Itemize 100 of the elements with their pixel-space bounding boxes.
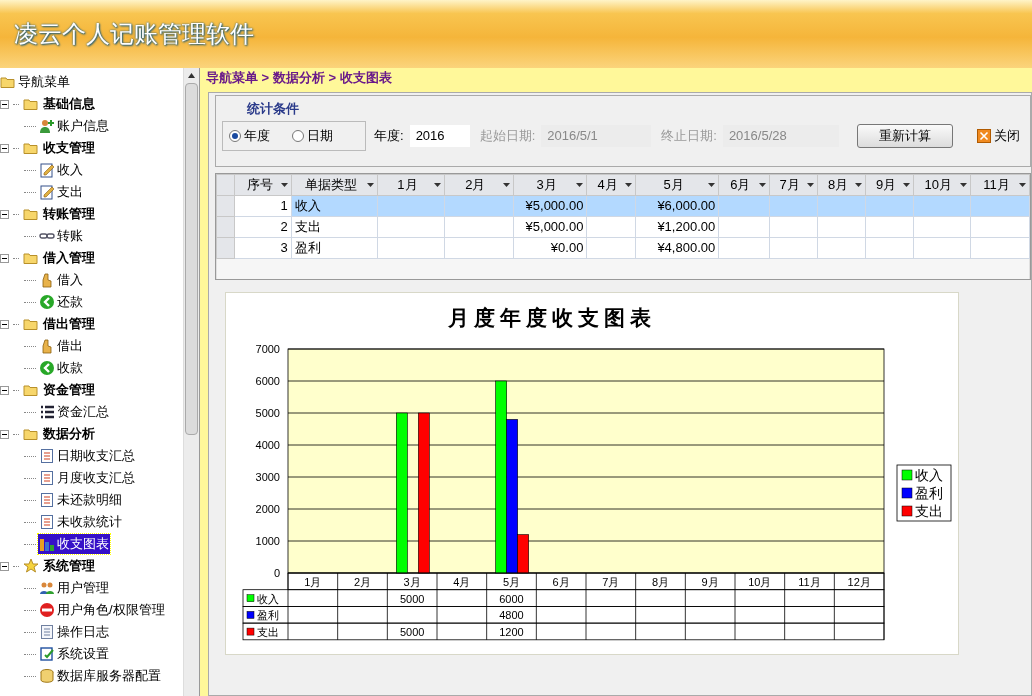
expander-icon[interactable]	[0, 99, 9, 109]
dropdown-caret-icon	[367, 183, 375, 187]
bar-chart-icon	[39, 536, 55, 552]
document-icon	[39, 448, 55, 464]
data-table-value: 4800	[499, 609, 524, 622]
tree-item[interactable]: 操作日志	[38, 622, 110, 642]
tree-item[interactable]: 转账	[38, 226, 84, 246]
table-cell: ¥5,000.00	[525, 219, 584, 235]
tree-item[interactable]: 日期收支汇总	[38, 446, 136, 466]
list-icon	[39, 404, 55, 420]
dropdown-caret-icon	[280, 183, 288, 187]
expander-icon[interactable]	[0, 561, 9, 571]
scroll-up-icon[interactable]	[188, 73, 195, 78]
app-title: 凌云个人记账管理软件	[14, 19, 254, 50]
document-icon	[39, 492, 55, 508]
chart-title: 月度年度收支图表	[448, 306, 656, 330]
tree-group-label[interactable]: 借出管理	[43, 314, 95, 334]
dropdown-caret-icon	[433, 183, 441, 187]
tree-item[interactable]: 资金汇总	[38, 402, 110, 422]
folder-icon	[23, 206, 39, 222]
x-category-label: 8月	[651, 576, 670, 588]
dropdown-caret-icon	[624, 183, 632, 187]
data-table-value: 6000	[499, 592, 524, 605]
expander-icon[interactable]	[0, 385, 9, 395]
note-icon	[39, 184, 55, 200]
tree-item[interactable]: 未收款统计	[38, 512, 123, 532]
tree-item[interactable]: 未还款明细	[38, 490, 123, 510]
tree-item[interactable]: 还款	[38, 292, 84, 312]
recalculate-button[interactable]: 重新计算	[856, 124, 953, 148]
note-icon	[39, 162, 55, 178]
expander-icon[interactable]	[0, 253, 9, 263]
dropdown-caret-icon	[502, 183, 510, 187]
tree-item[interactable]: 月度收支汇总	[38, 468, 136, 488]
expander-icon[interactable]	[0, 209, 9, 219]
tree-item[interactable]: 支出	[38, 182, 84, 202]
tree-item[interactable]: 收支图表	[38, 534, 110, 554]
legend-label: 盈利	[915, 485, 943, 501]
tree-group-label[interactable]: 基础信息	[43, 94, 95, 114]
folder-icon	[23, 382, 39, 398]
folder-icon	[23, 140, 39, 156]
tree-group-label[interactable]: 收支管理	[43, 138, 95, 158]
data-table-value: 1200	[499, 626, 524, 639]
x-category-label: 1月	[304, 576, 322, 588]
dropdown-caret-icon	[902, 183, 910, 187]
dropdown-caret-icon	[855, 183, 863, 187]
expander-icon[interactable]	[0, 319, 9, 329]
expander-icon[interactable]	[0, 143, 9, 153]
tree-item[interactable]: 数据库服务器配置	[38, 666, 162, 686]
radio-button[interactable]: 日期	[292, 126, 333, 146]
data-table-value: 5000	[399, 626, 425, 639]
tree-item[interactable]: 借入	[38, 270, 84, 290]
y-tick-label: 3000	[255, 471, 280, 483]
radio-button[interactable]: 年度	[229, 126, 270, 146]
tree-item[interactable]: 系统设置	[38, 644, 110, 664]
data-table-series-label: 支出	[257, 626, 279, 639]
table-cell: ¥0.00	[550, 240, 584, 256]
legend-label: 支出	[915, 503, 943, 519]
tree-group-label[interactable]: 系统管理	[43, 556, 95, 576]
star-icon	[23, 558, 39, 574]
tree-item[interactable]: 收入	[38, 160, 84, 180]
tree-group-label[interactable]: 资金管理	[43, 380, 95, 400]
x-category-label: 4月	[453, 576, 471, 588]
data-table-value: 5000	[399, 592, 425, 605]
folder-icon	[23, 96, 39, 112]
field-label: 起始日期:	[479, 127, 536, 146]
tree-item[interactable]: 收款	[38, 358, 84, 378]
tree-group-label[interactable]: 转账管理	[43, 204, 95, 224]
x-category-label: 6月	[552, 576, 570, 588]
x-category-label: 11月	[798, 576, 821, 588]
y-tick-label: 7000	[255, 343, 280, 355]
close-icon	[976, 129, 991, 143]
legend-label: 收入	[915, 467, 943, 483]
tree-group-label[interactable]: 借入管理	[43, 248, 95, 268]
tree-item[interactable]: 用户角色/权限管理	[38, 600, 166, 620]
tree-item[interactable]: 账户信息	[38, 116, 110, 136]
x-category-label: 2月	[353, 576, 372, 588]
dropdown-caret-icon	[708, 183, 716, 187]
y-tick-label: 2000	[255, 503, 280, 515]
tree-item[interactable]: 用户管理	[38, 578, 110, 598]
expander-icon[interactable]	[0, 429, 9, 439]
x-category-label: 10月	[748, 576, 772, 588]
tree-item[interactable]: 借出	[38, 336, 84, 356]
x-category-label: 9月	[701, 576, 719, 588]
tree-group-label[interactable]: 数据分析	[43, 424, 95, 444]
scrollbar[interactable]	[183, 68, 199, 696]
dropdown-caret-icon	[758, 183, 766, 187]
folder-icon	[23, 316, 39, 332]
document-icon	[39, 470, 55, 486]
dropdown-caret-icon	[959, 183, 967, 187]
x-category-label: 7月	[602, 576, 620, 588]
hand-icon	[39, 272, 55, 288]
tree-root-label[interactable]: 导航菜单	[18, 72, 70, 92]
folder-icon	[23, 250, 39, 266]
log-icon	[39, 624, 55, 640]
field-label: 年度:	[374, 127, 404, 146]
dropdown-caret-icon	[576, 183, 584, 187]
close-button[interactable]: 关闭	[976, 126, 1020, 146]
date-field[interactable]: 2016	[409, 125, 470, 147]
table-cell: ¥4,800.00	[657, 240, 716, 256]
data-table-series-label: 收入	[257, 592, 279, 605]
